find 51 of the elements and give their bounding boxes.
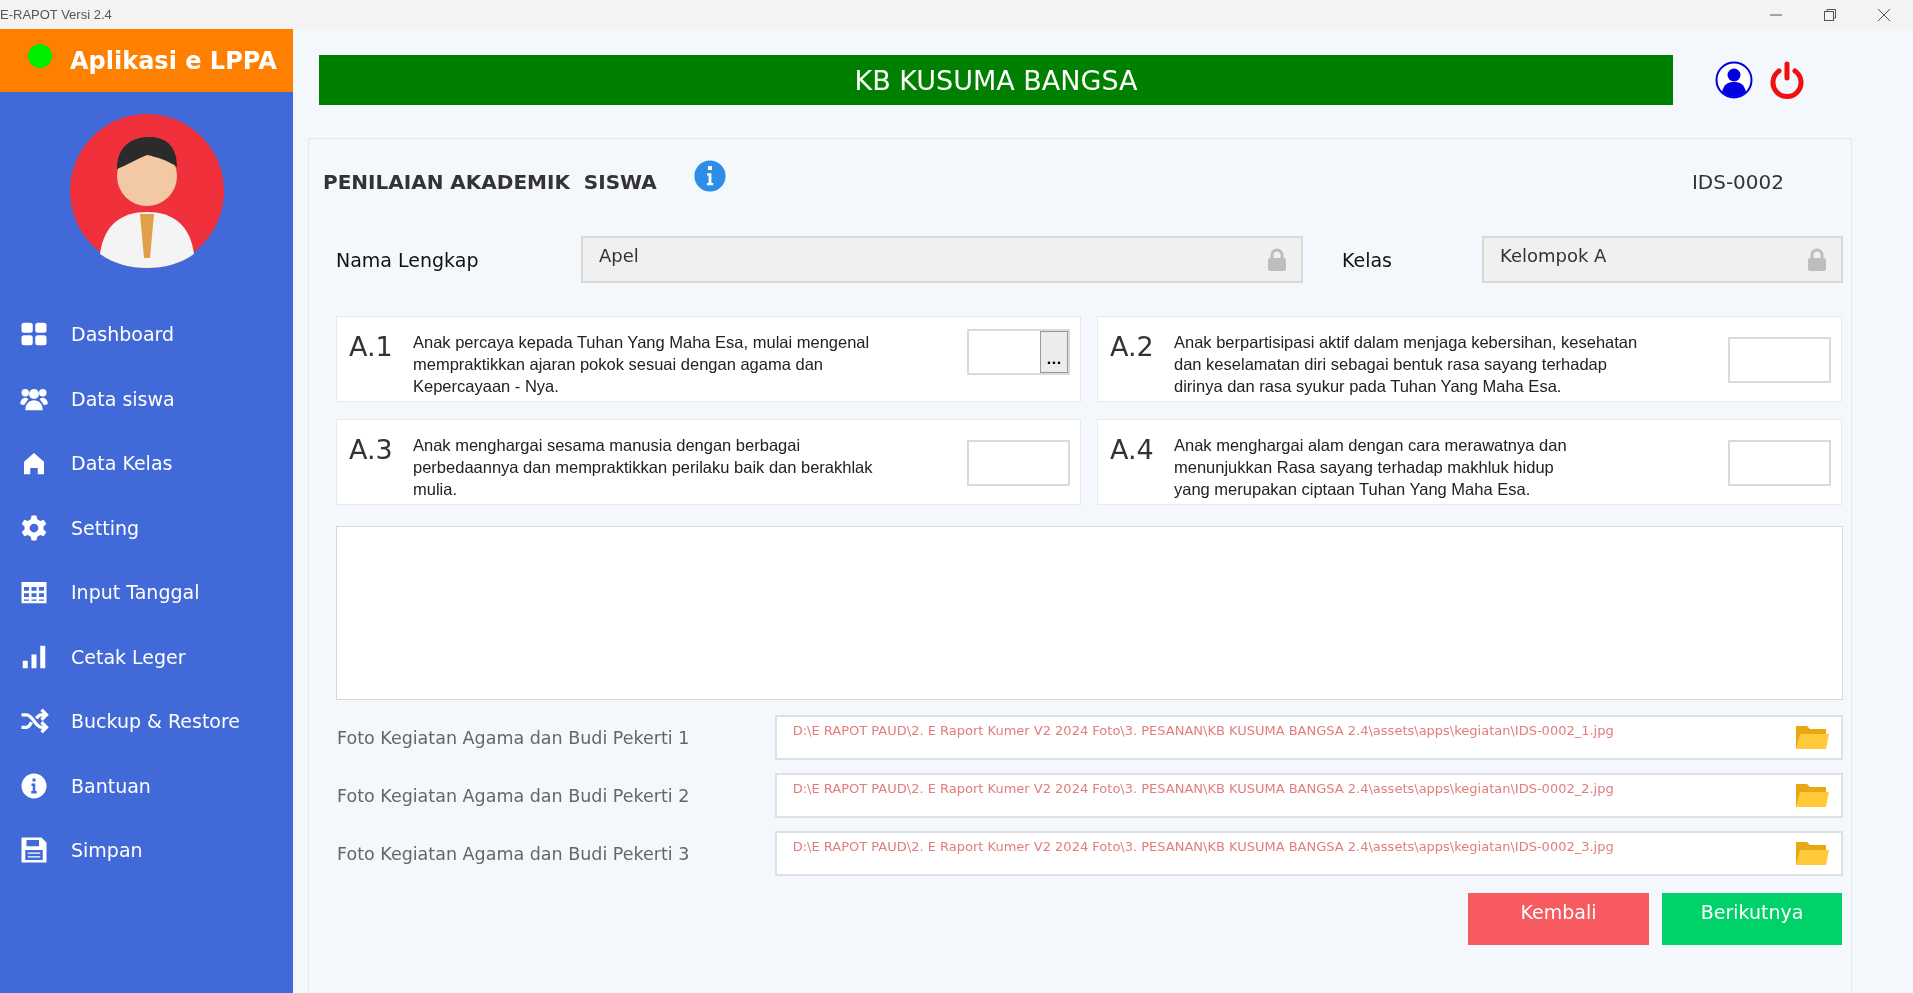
folder-icon[interactable] bbox=[1795, 781, 1829, 809]
browse-button[interactable]: ... bbox=[1040, 331, 1068, 373]
sidebar-item[interactable]: Buckup & Restore bbox=[0, 689, 293, 754]
score-field[interactable]: ... bbox=[967, 329, 1070, 375]
sidebar-item[interactable]: Dashboard bbox=[0, 302, 293, 367]
file-path-field[interactable]: D:\E RAPOT PAUD\2. E Raport Kumer V2 2024 Foto\3. PESANAN\KB KUSUMA BANGSA 2.4\assets\apps\kegiatan\IDS-0002_1.jpg bbox=[774, 715, 1843, 760]
photo-label: Foto Kegiatan Agama dan Budi Pekerti 2 bbox=[337, 785, 691, 806]
indicator-text: Anak berpartisipasi aktif dalam menjaga kebersihan, kesehatan dan keselamatan diri sebagai bentuk rasa sayang terhadap dirinya dan rasa syukur pada Tuhan Yang Maha Esa. bbox=[1174, 332, 1639, 397]
lock-icon bbox=[1267, 247, 1287, 272]
student-id: IDS-0002 bbox=[1691, 170, 1784, 194]
sidebar-item[interactable]: Input Tanggal bbox=[0, 560, 293, 625]
indicator-text: Anak percaya kepada Tuhan Yang Maha Esa, mulai mengenal mempraktikkan ajaran pokok sesuai dengan agama dan Kepercayaan - Nya. bbox=[413, 332, 871, 397]
photo-label: Foto Kegiatan Agama dan Budi Pekerti 1 bbox=[337, 727, 691, 748]
text-field[interactable]: Apel bbox=[581, 236, 1303, 283]
panel-title: PENILAIAN AKADEMIK SISWA bbox=[323, 170, 657, 194]
indicator-code: A.2 bbox=[1110, 330, 1155, 362]
file-path-field[interactable]: D:\E RAPOT PAUD\2. E Raport Kumer V2 2024 Foto\3. PESANAN\KB KUSUMA BANGSA 2.4\assets\apps\kegiatan\IDS-0002_2.jpg bbox=[774, 773, 1843, 818]
indicator-code: A.1 bbox=[349, 330, 394, 362]
window-title: E-RAPOT Versi 2.4 bbox=[0, 7, 112, 22]
text-field[interactable]: Kelompok A bbox=[1482, 236, 1843, 283]
field-label: Kelas bbox=[1342, 248, 1394, 271]
file-path-field[interactable]: D:\E RAPOT PAUD\2. E Raport Kumer V2 2024 Foto\3. PESANAN\KB KUSUMA BANGSA 2.4\assets\apps\kegiatan\IDS-0002_3.jpg bbox=[774, 831, 1843, 876]
sidebar-item[interactable]: Cetak Leger bbox=[0, 624, 293, 689]
sidebar-item[interactable]: Simpan bbox=[0, 818, 293, 883]
restore-icon[interactable] bbox=[1823, 7, 1837, 22]
folder-icon[interactable] bbox=[1795, 839, 1829, 867]
sidebar-item[interactable]: Data siswa bbox=[0, 366, 293, 431]
school-banner: KB KUSUMA BANGSA bbox=[319, 55, 1673, 105]
save-icon bbox=[19, 835, 49, 866]
status-dot bbox=[28, 43, 52, 68]
power-icon[interactable] bbox=[1769, 61, 1805, 99]
close-icon[interactable] bbox=[1877, 7, 1891, 22]
app-title: Aplikasi e LPPA bbox=[70, 46, 277, 75]
lock-icon bbox=[1807, 247, 1827, 272]
indicator-code: A.4 bbox=[1110, 433, 1155, 465]
notes-field[interactable] bbox=[336, 526, 1843, 700]
indicator-text: Anak menghargai alam dengan cara merawatnya dan menunjukkan Rasa sayang terhadap makhluk hidup yang merupakan ciptaan Tuhan Yang Maha Esa. bbox=[1174, 435, 1568, 500]
photo-label: Foto Kegiatan Agama dan Budi Pekerti 3 bbox=[337, 843, 691, 864]
user-icon[interactable] bbox=[1715, 61, 1753, 99]
sidebar-item[interactable]: Data Kelas bbox=[0, 431, 293, 496]
indicator-text: Anak menghargai sesama manusia dengan berbagai perbedaannya dan mempraktikkan perilaku baik dan berakhlak mulia. bbox=[413, 435, 874, 500]
field-label: Nama Lengkap bbox=[336, 248, 480, 271]
score-field[interactable] bbox=[967, 440, 1070, 486]
sidebar-item[interactable]: Setting bbox=[0, 495, 293, 560]
indicator-code: A.3 bbox=[349, 433, 394, 465]
score-field[interactable] bbox=[1728, 440, 1831, 486]
sidebar-item[interactable]: Bantuan bbox=[0, 753, 293, 818]
score-field[interactable] bbox=[1728, 337, 1831, 383]
back-button[interactable]: Kembali bbox=[1468, 893, 1649, 945]
info-icon[interactable] bbox=[692, 159, 727, 193]
folder-icon[interactable] bbox=[1795, 723, 1829, 751]
